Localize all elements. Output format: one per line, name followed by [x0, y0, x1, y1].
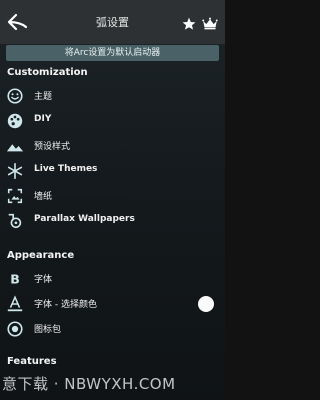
menu-item-label: DIY: [34, 114, 52, 124]
menu-item-label: 字体 - 选择颜色: [34, 300, 97, 310]
icon-pack-icon: [7, 321, 23, 337]
snowflake-icon: [7, 162, 23, 180]
star-icon[interactable]: [182, 17, 196, 30]
menu-item-label: 预设样式: [34, 142, 71, 152]
top-bar: 弧设置: [0, 0, 225, 44]
font-color-icon: [7, 295, 23, 312]
menu-item-font-color[interactable]: 字体 - 选择颜色: [0, 293, 225, 315]
menu-item-label: 墙纸: [34, 192, 53, 202]
wallpaper-icon: [7, 188, 23, 204]
menu-item-label: 主题: [34, 92, 53, 102]
font-color-toggle[interactable]: [198, 296, 214, 312]
section-customization: Customization: [7, 67, 88, 78]
app-screen: 弧设置 将Arc设置为默认启动器 Customization 主题 DIY 预设…: [0, 0, 225, 400]
menu-item-wallpapers[interactable]: 墙纸: [0, 185, 225, 207]
menu-item-label: 字体: [34, 275, 53, 285]
menu-item-diy[interactable]: DIY: [0, 110, 225, 132]
menu-item-parallax-wallpapers[interactable]: Parallax Wallpapers: [0, 210, 225, 232]
smiley-face-icon: [7, 88, 23, 104]
menu-item-icon-pack[interactable]: 图标包: [0, 318, 225, 340]
menu-item-label: 图标包: [34, 325, 62, 335]
parallax-icon: [8, 213, 22, 229]
crown-icon[interactable]: [202, 17, 218, 30]
section-appearance: Appearance: [7, 250, 75, 261]
menu-item-label: Parallax Wallpapers: [34, 214, 135, 224]
menu-item-label: Live Themes: [34, 164, 98, 174]
palette-icon: [7, 113, 23, 129]
menu-item-font[interactable]: B 字体: [0, 268, 225, 290]
menu-item-themes[interactable]: 主题: [0, 85, 225, 107]
watermark-text: 意下载 · NBWYXH.COM: [2, 375, 176, 393]
menu-item-presets[interactable]: 预设样式: [0, 135, 225, 157]
landscape-icon: [6, 144, 24, 152]
svg-text:B: B: [10, 272, 20, 287]
set-default-launcher-button[interactable]: 将Arc设置为默认启动器: [6, 45, 219, 61]
section-features: Features: [7, 356, 57, 367]
menu-item-live-themes[interactable]: Live Themes: [0, 160, 225, 182]
font-b-icon: B: [10, 272, 20, 287]
